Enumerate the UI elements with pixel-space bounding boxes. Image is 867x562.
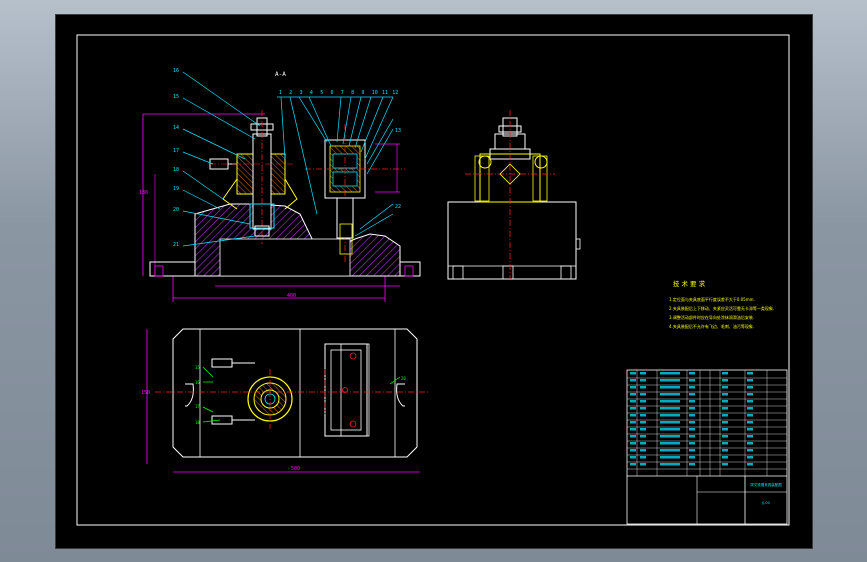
drawing-name: 拨叉铣槽夹具装配图 (750, 482, 782, 487)
cad-viewport[interactable]: 180 400 A-A 16 15 14 17 18 19 20 21 1 2 … (55, 14, 813, 549)
svg-text:15: 15 (195, 365, 200, 370)
balloon-17: 17 (173, 148, 179, 154)
title-block: 拨叉铣槽夹具装配图 JJ-00 (626, 369, 788, 525)
balloon-10: 10 (372, 90, 378, 96)
balloon-4: 4 (310, 90, 313, 96)
balloon-3: 3 (300, 90, 303, 96)
front-section-view: 180 400 A-A 1615141718192021 1 2 3 4 5 6… (139, 68, 421, 302)
balloon-20: 20 (173, 207, 179, 213)
balloon-11: 11 (382, 90, 388, 96)
svg-text:180: 180 (139, 190, 148, 196)
tech-req-line-1: 1.定位面与夹具底面平行度误差不大于0.05mm. (669, 296, 755, 302)
balloon-13: 13 (395, 128, 401, 134)
tech-req-line-2: 2.夹具装配后上下移动、夹紧应灵活可靠无卡滞等一类现象. (669, 305, 774, 311)
svg-text:150: 150 (141, 390, 150, 396)
balloon-12: 12 (392, 90, 398, 96)
balloon-14: 14 (173, 125, 179, 131)
technical-requirements: 技 术 要 求 1.定位面与夹具底面平行度误差不大于0.05mm. 2.夹具装配… (669, 279, 774, 329)
svg-text:18: 18 (195, 420, 200, 425)
assembly-drawing: 180 400 A-A 1615141718192021 1 2 3 4 5 6… (76, 34, 790, 526)
balloon-8: 8 (351, 90, 354, 96)
balloon-22: 22 (395, 204, 401, 210)
balloon-5: 5 (320, 90, 323, 96)
drawing-number: JJ-00 (761, 501, 770, 505)
balloon-21: 21 (173, 242, 179, 248)
balloon-16: 16 (173, 68, 179, 74)
tech-req-title: 技 术 要 求 (673, 279, 706, 288)
balloon-7: 7 (341, 90, 344, 96)
balloons-left: 16 15 14 17 18 19 20 21 (173, 68, 179, 248)
top-view: 150 500 15 16 17 18 20 (141, 328, 430, 473)
balloon-18: 18 (173, 167, 179, 173)
tech-req-line-4: 4.夹具装配后不允许有飞边、毛刺、油污等现象. (669, 323, 754, 329)
svg-text:500: 500 (291, 466, 300, 472)
svg-text:16: 16 (195, 380, 200, 385)
base-plate-top (172, 328, 418, 458)
balloons-top: 1 2 3 4 5 6 7 8 9 10 11 12 (279, 90, 398, 96)
base-foot-right (399, 261, 421, 277)
section-label: A-A (275, 71, 286, 78)
balloon-1: 1 (279, 90, 282, 96)
balloon-6: 6 (331, 90, 334, 96)
balloon-15: 15 (173, 94, 179, 100)
balloon-2: 2 (289, 90, 292, 96)
svg-text:400: 400 (287, 293, 296, 299)
balloon-9: 9 (361, 90, 364, 96)
svg-text:17: 17 (195, 404, 200, 409)
svg-text:20: 20 (401, 376, 406, 381)
balloon-19: 19 (173, 186, 179, 192)
tech-req-line-3: 3.调整活动部件时应在导向处涂抹润滑油后安装. (669, 314, 754, 320)
base-foot-left (149, 261, 196, 277)
side-view (447, 110, 581, 280)
